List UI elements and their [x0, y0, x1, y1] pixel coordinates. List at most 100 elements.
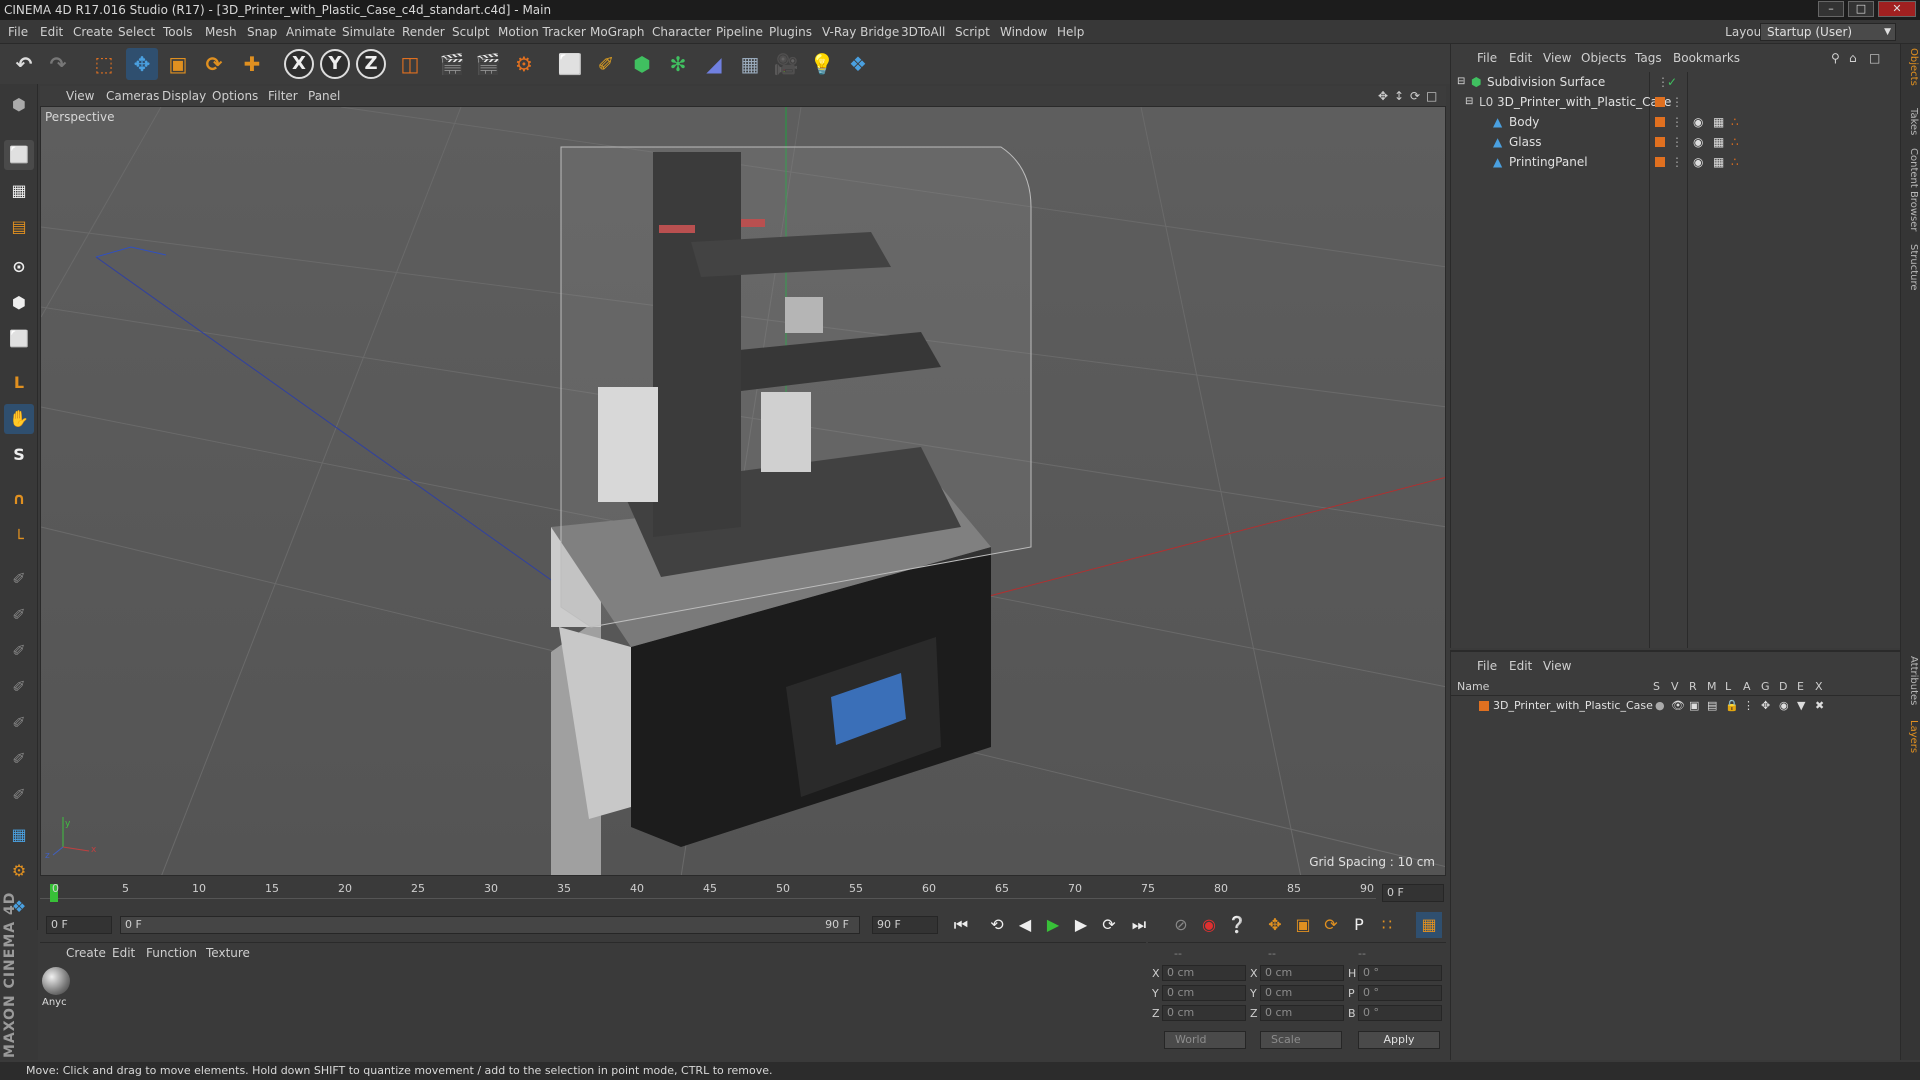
size-y-field[interactable]: 0 cm	[1260, 985, 1344, 1001]
key-parameter-icon[interactable]: P	[1346, 912, 1372, 938]
solo-toggle-icon[interactable]: ●	[1655, 696, 1665, 716]
scale-tool-icon[interactable]: ▣	[162, 48, 194, 80]
make-editable-icon[interactable]: ⬢	[4, 90, 34, 120]
key-scale-icon[interactable]: ▣	[1290, 912, 1316, 938]
menu-render[interactable]: Render	[402, 20, 445, 44]
layer-color-swatch[interactable]	[1655, 137, 1665, 147]
viewport-menu-cameras[interactable]: Cameras	[106, 86, 159, 106]
layer-color-swatch[interactable]	[1479, 701, 1489, 711]
layer-row[interactable]: 3D_Printer_with_Plastic_Case ● 👁 ▣ ▤ 🔒 ⋮…	[1451, 696, 1901, 716]
visibility-toggle-icon[interactable]: ⋮	[1671, 152, 1683, 172]
floor-object-icon[interactable]: ▦	[734, 48, 766, 80]
tab-layers[interactable]: Layers	[1903, 720, 1919, 753]
pos-x-field[interactable]: 0 cm	[1162, 965, 1246, 981]
menu-3dtoall[interactable]: 3DToAll	[901, 20, 945, 44]
material-menu-texture[interactable]: Texture	[206, 943, 250, 963]
y-axis-lock-button[interactable]: Y	[320, 49, 350, 79]
material-menu-create[interactable]: Create	[66, 943, 106, 963]
menu-tools[interactable]: Tools	[163, 20, 193, 44]
rotate-tool-icon[interactable]: ⟳	[198, 48, 230, 80]
close-button[interactable]: ✕	[1878, 1, 1916, 17]
phong-tag-icon[interactable]: ◉	[1693, 152, 1703, 172]
rot-b-field[interactable]: 0 °	[1358, 1005, 1442, 1021]
z-axis-lock-button[interactable]: Z	[356, 49, 386, 79]
viewport-rotate-icon[interactable]: ⟳	[1410, 86, 1420, 106]
object-row-glass[interactable]: ▲ Glass ⋮ ◉ ▦ ∴	[1451, 132, 1901, 152]
autokey-icon[interactable]: ❔	[1224, 912, 1250, 938]
view-toggle-icon[interactable]: 👁	[1671, 696, 1685, 716]
object-menu-tags[interactable]: Tags	[1635, 44, 1662, 72]
material-menu-edit[interactable]: Edit	[112, 943, 135, 963]
enabled-check-icon[interactable]: ✓	[1667, 72, 1677, 92]
texture-tag-icon[interactable]: ▦	[1713, 132, 1724, 152]
menu-create[interactable]: Create	[73, 20, 113, 44]
workplane-icon[interactable]: └	[4, 524, 34, 554]
render-settings-icon[interactable]: ⚙	[508, 48, 540, 80]
cloner-icon[interactable]: ✻	[662, 48, 694, 80]
rot-p-field[interactable]: 0 °	[1358, 985, 1442, 1001]
workplane-mode-icon[interactable]: ▤	[4, 212, 34, 242]
manager-toggle-icon[interactable]: ▤	[1707, 696, 1717, 716]
viewport-maximize-icon[interactable]: □	[1426, 86, 1437, 106]
layer-col-l[interactable]: L	[1725, 680, 1731, 693]
max-time-field[interactable]: 90 F	[872, 916, 938, 934]
menu-mograph[interactable]: MoGraph	[590, 20, 645, 44]
menu-window[interactable]: Window	[1000, 20, 1047, 44]
key-position-icon[interactable]: ✥	[1262, 912, 1288, 938]
menu-simulate[interactable]: Simulate	[342, 20, 395, 44]
x-axis-lock-button[interactable]: X	[284, 49, 314, 79]
phong-tag-icon[interactable]: ◉	[1693, 132, 1703, 152]
go-to-start-icon[interactable]: ⏮	[948, 912, 974, 938]
key-rotation-icon[interactable]: ⟳	[1318, 912, 1344, 938]
menu-vray-bridge[interactable]: V-Ray Bridge	[822, 20, 899, 44]
layer-col-a[interactable]: A	[1743, 680, 1751, 693]
viewport-menu-options[interactable]: Options	[212, 86, 258, 106]
light-icon[interactable]: 💡	[806, 48, 838, 80]
layer-menu-edit[interactable]: Edit	[1509, 652, 1532, 680]
previous-frame-icon[interactable]: ◀	[1012, 912, 1038, 938]
animation-toggle-icon[interactable]: ⋮	[1743, 696, 1754, 716]
xref-toggle-icon[interactable]: ✖	[1815, 696, 1824, 716]
recent-tool-icon[interactable]: ✚	[236, 48, 268, 80]
subdivision-surface-icon[interactable]: ⬢	[626, 48, 658, 80]
tab-structure[interactable]: Structure	[1903, 244, 1919, 291]
cube-primitive-icon[interactable]: ⬜	[554, 48, 586, 80]
viewport-menu-view[interactable]: View	[66, 86, 94, 106]
menu-edit[interactable]: Edit	[40, 20, 63, 44]
perspective-viewport[interactable]: Perspective y x z Grid Spacing : 10 cm	[40, 106, 1446, 876]
deformers-toggle-icon[interactable]: ◉	[1779, 696, 1789, 716]
layer-col-d[interactable]: D	[1779, 680, 1787, 693]
layer-col-s[interactable]: S	[1653, 680, 1660, 693]
next-frame-icon[interactable]: ▶	[1068, 912, 1094, 938]
render-toggle-icon[interactable]: ▣	[1689, 696, 1699, 716]
redo-icon[interactable]: ↷	[42, 48, 74, 80]
brush-tool-icon[interactable]: ✐	[4, 564, 34, 594]
undo-icon[interactable]: ↶	[8, 48, 40, 80]
expressions-toggle-icon[interactable]: ▼	[1797, 696, 1805, 716]
render-to-picture-viewer-icon[interactable]: 🎬	[472, 48, 504, 80]
menu-sculpt[interactable]: Sculpt	[452, 20, 489, 44]
timeline-ruler[interactable]: 0 5 10 15 20 25 30 35 40 45 50 55 60 65 …	[40, 878, 1446, 910]
magnet-icon[interactable]: ∩	[4, 484, 34, 514]
layout-dropdown[interactable]: Startup (User) ▼	[1760, 23, 1896, 41]
size-x-field[interactable]: 0 cm	[1260, 965, 1344, 981]
viewport-zoom-icon[interactable]: ↕	[1394, 86, 1404, 106]
coordinate-mode-dropdown[interactable]: World	[1164, 1031, 1246, 1049]
object-row-printing-panel[interactable]: ▲ PrintingPanel ⋮ ◉ ▦ ∴	[1451, 152, 1901, 172]
tab-takes[interactable]: Takes	[1903, 108, 1919, 135]
maximize-button[interactable]: □	[1848, 1, 1874, 17]
search-icon[interactable]: ⚲	[1831, 44, 1840, 72]
uv-grid-icon[interactable]: ▦	[4, 820, 34, 850]
collapse-icon[interactable]: ⊟	[1457, 72, 1465, 92]
play-icon[interactable]: ▶	[1040, 912, 1066, 938]
home-icon[interactable]: ⌂	[1849, 44, 1857, 72]
rot-h-field[interactable]: 0 °	[1358, 965, 1442, 981]
menu-script[interactable]: Script	[955, 20, 990, 44]
layer-col-g[interactable]: G	[1761, 680, 1770, 693]
selection-tag-icon[interactable]: ∴	[1731, 132, 1739, 152]
keyframe-selection-icon[interactable]: ⊘	[1168, 912, 1194, 938]
polygons-mode-icon[interactable]: ⬜	[4, 324, 34, 354]
paint-tool-icon[interactable]: ✐	[4, 600, 34, 630]
menu-select[interactable]: Select	[118, 20, 155, 44]
layer-col-r[interactable]: R	[1689, 680, 1697, 693]
